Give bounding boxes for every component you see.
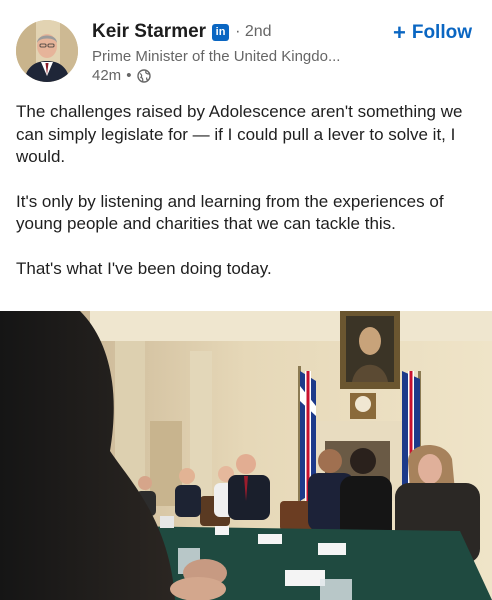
globe-icon xyxy=(137,68,152,83)
post-paragraph: It's only by listening and learning from… xyxy=(16,191,444,234)
follow-button[interactable]: + Follow xyxy=(393,22,472,44)
post-meta: 42m • xyxy=(92,67,152,84)
degree-value: 2nd xyxy=(244,23,272,40)
author-line: Keir Starmer in · 2nd xyxy=(92,21,272,43)
author-headline: Prime Minister of the United Kingdo... xyxy=(92,48,341,65)
meta-dot: • xyxy=(126,67,132,84)
connection-degree: · 2nd xyxy=(235,23,271,41)
author-name[interactable]: Keir Starmer xyxy=(92,21,206,43)
follow-label: Follow xyxy=(411,22,472,43)
plus-icon: + xyxy=(392,20,406,45)
post-image[interactable] xyxy=(0,311,492,600)
post-card: Keir Starmer in · 2nd Prime Minister of … xyxy=(0,0,492,600)
post-paragraph: That's what I've been doing today. xyxy=(16,258,272,278)
separator: · xyxy=(235,23,241,40)
avatar[interactable] xyxy=(16,20,78,82)
linkedin-badge-icon: in xyxy=(212,23,230,41)
timestamp: 42m xyxy=(92,67,122,84)
post-paragraph: The challenges raised by Adolescence are… xyxy=(16,102,463,166)
post-text: The challenges raised by Adolescence are… xyxy=(16,101,484,302)
